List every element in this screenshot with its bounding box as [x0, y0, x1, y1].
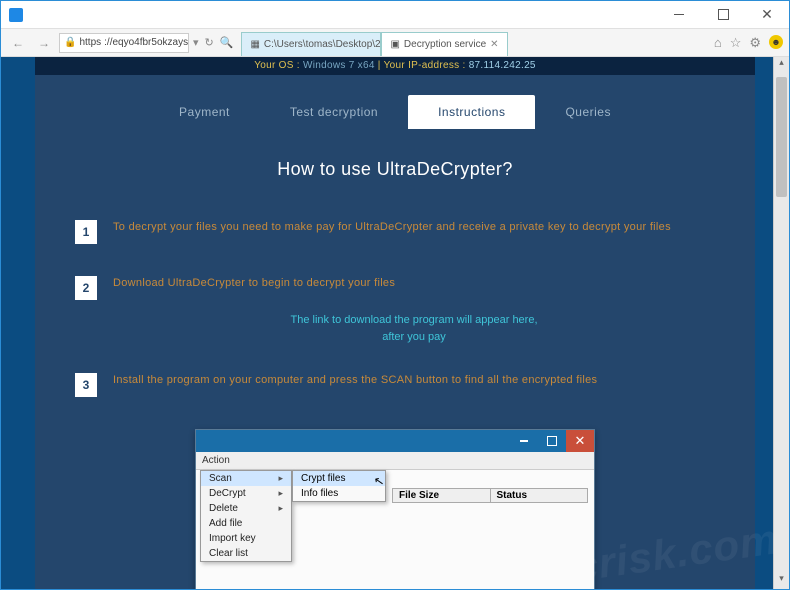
- step-text: Install the program on your computer and…: [113, 373, 597, 388]
- app-titlebar: ✕: [196, 430, 594, 452]
- app-minimize-button[interactable]: [510, 430, 538, 452]
- menu-item-import-key[interactable]: Import key: [201, 531, 291, 546]
- chevron-right-icon: ▸: [278, 488, 283, 499]
- tab-test-decryption[interactable]: Test decryption: [260, 95, 408, 129]
- page-nav: Payment Test decryption Instructions Que…: [35, 95, 755, 129]
- step-row: 1 To decrypt your files you need to make…: [75, 220, 715, 244]
- ip-label: Your IP-address :: [384, 60, 466, 71]
- chevron-right-icon: ▸: [278, 503, 283, 514]
- tab-favicon: ▦: [250, 39, 259, 50]
- scroll-up-icon[interactable]: ▴: [774, 57, 789, 73]
- window-maximize-button[interactable]: [701, 1, 745, 29]
- url-text: ://eqyo4fbr5okzaysm.o...: [104, 37, 189, 48]
- step-text: Download UltraDeCrypter to begin to decr…: [113, 276, 395, 291]
- address-bar[interactable]: 🔒 https://eqyo4fbr5okzaysm.o...: [59, 33, 189, 53]
- page-title: How to use UltraDeCrypter?: [75, 159, 715, 180]
- menu-item-clear-list[interactable]: Clear list: [201, 546, 291, 561]
- step-row: 2 Download UltraDeCrypter to begin to de…: [75, 276, 715, 300]
- page-viewport: Your OS : Windows 7 x64 | Your IP-addres…: [1, 57, 789, 589]
- info-strip: Your OS : Windows 7 x64 | Your IP-addres…: [35, 57, 755, 75]
- tab-title: C:\Users\tomas\Desktop\2016-...: [264, 39, 382, 50]
- app-close-button[interactable]: ✕: [566, 430, 594, 452]
- window-titlebar: ✕: [1, 1, 789, 29]
- scroll-down-icon[interactable]: ▾: [774, 573, 789, 589]
- feedback-icon[interactable]: ☻: [769, 35, 783, 49]
- step-row: 3 Install the program on your computer a…: [75, 373, 715, 397]
- lock-icon: 🔒: [64, 37, 76, 48]
- menu-item-decrypt[interactable]: DeCrypt▸: [201, 486, 291, 501]
- app-maximize-button[interactable]: [538, 430, 566, 452]
- tab-close-icon[interactable]: ✕: [490, 39, 498, 50]
- tab-favicon: ▣: [390, 39, 399, 50]
- scroll-thumb[interactable]: [776, 77, 787, 197]
- window-minimize-button[interactable]: [657, 1, 701, 29]
- settings-icon[interactable]: ⚙: [749, 35, 761, 51]
- os-label: Your OS :: [254, 60, 300, 71]
- tab-instructions[interactable]: Instructions: [408, 95, 535, 129]
- refresh-button[interactable]: ↻: [205, 36, 214, 49]
- action-dropdown: Scan▸ DeCrypt▸ Delete▸ Add file Import k…: [200, 470, 292, 562]
- browser-tabs: ▦ C:\Users\tomas\Desktop\2016-... ▣ Decr…: [241, 29, 709, 56]
- tab-queries[interactable]: Queries: [535, 95, 641, 129]
- forward-button[interactable]: →: [33, 32, 55, 54]
- menu-item-delete[interactable]: Delete▸: [201, 501, 291, 516]
- browser-toolbar: ← → 🔒 https://eqyo4fbr5okzaysm.o... ▾ ↻ …: [1, 29, 789, 57]
- tab-payment[interactable]: Payment: [149, 95, 260, 129]
- column-file-size[interactable]: File Size: [393, 489, 491, 502]
- table-header: File Size Status: [392, 488, 588, 503]
- page-panel: Your OS : Windows 7 x64 | Your IP-addres…: [35, 57, 755, 589]
- submenu-info-files[interactable]: Info files: [293, 486, 385, 501]
- window-close-button[interactable]: ✕: [745, 1, 789, 29]
- download-link-note: The link to download the program will ap…: [113, 312, 715, 345]
- menu-item-scan[interactable]: Scan▸: [201, 471, 291, 486]
- embedded-app-window: ✕ Action Scan▸ DeCrypt▸ Delete▸ Add file…: [195, 429, 595, 589]
- dropdown-icon[interactable]: ▾: [193, 36, 199, 49]
- browser-app-icon: [9, 8, 23, 22]
- tab-item[interactable]: ▣ Decryption service ✕: [381, 32, 507, 56]
- ip-value: 87.114.242.25: [469, 60, 536, 71]
- step-number: 1: [75, 220, 97, 244]
- back-button[interactable]: ←: [7, 32, 29, 54]
- home-icon[interactable]: ⌂: [714, 35, 722, 51]
- step-number: 3: [75, 373, 97, 397]
- step-text: To decrypt your files you need to make p…: [113, 220, 671, 235]
- vertical-scrollbar[interactable]: ▴ ▾: [773, 57, 789, 589]
- url-scheme: https: [79, 37, 101, 48]
- menu-item-add-file[interactable]: Add file: [201, 516, 291, 531]
- favorites-icon[interactable]: ☆: [730, 35, 742, 51]
- cursor-icon: ↖: [373, 473, 385, 489]
- submenu-crypt-files[interactable]: Crypt files: [293, 471, 385, 486]
- app-body: Scan▸ DeCrypt▸ Delete▸ Add file Import k…: [196, 470, 594, 589]
- column-status[interactable]: Status: [491, 489, 588, 502]
- search-button[interactable]: 🔍: [220, 36, 234, 49]
- tab-item[interactable]: ▦ C:\Users\tomas\Desktop\2016-...: [241, 32, 381, 56]
- tab-title: Decryption service: [404, 39, 486, 50]
- step-number: 2: [75, 276, 97, 300]
- chevron-right-icon: ▸: [278, 473, 283, 484]
- os-value: Windows 7 x64: [303, 60, 375, 71]
- app-menubar[interactable]: Action: [196, 452, 594, 470]
